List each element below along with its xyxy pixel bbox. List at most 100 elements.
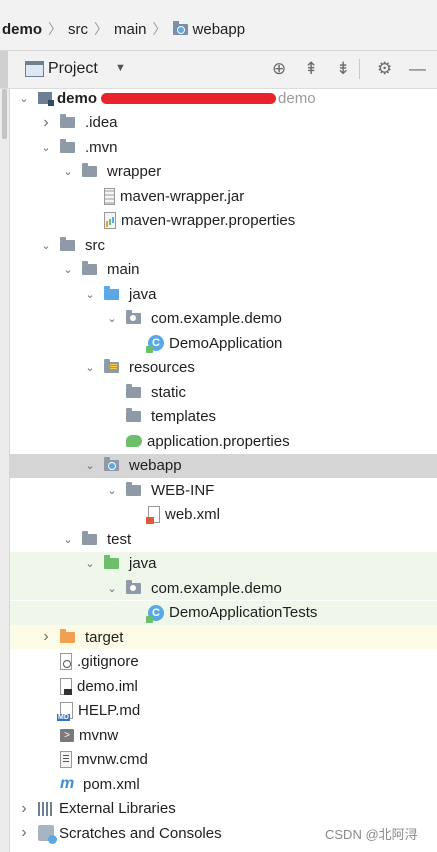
tree-row[interactable]: maven-wrapper.properties — [10, 209, 437, 233]
gear-icon[interactable]: ⚙ — [377, 59, 392, 79]
tree-node[interactable]: m pom.xml — [60, 775, 140, 793]
chevron-right-icon[interactable]: › — [18, 824, 30, 842]
folder-icon — [60, 138, 75, 153]
tree-row[interactable]: ⌄ java — [10, 282, 437, 306]
project-tool-window-tab[interactable] — [0, 51, 8, 88]
tree-node[interactable]: static — [126, 383, 186, 401]
chevron-down-icon[interactable]: ⌄ — [18, 92, 30, 105]
tree-row[interactable]: maven-wrapper.jar — [10, 184, 437, 208]
tree-node[interactable]: External Libraries — [38, 800, 176, 817]
tree-row[interactable]: › External Libraries — [10, 797, 437, 821]
tree-node[interactable]: com.example.demo — [126, 579, 282, 597]
tree-node[interactable]: src — [60, 236, 105, 254]
tree-row[interactable]: ⌄ webapp — [10, 453, 437, 478]
tree-row[interactable]: HELP.md — [10, 699, 437, 723]
tree-node[interactable]: demo.iml — [60, 677, 138, 695]
tree-row[interactable]: ⌄ demo demo — [10, 86, 437, 110]
chevron-down-icon[interactable]: ⌄ — [84, 557, 96, 570]
chevron-right-icon[interactable]: › — [18, 800, 30, 818]
tree-node-label: maven-wrapper.properties — [121, 212, 296, 229]
tree-row[interactable]: ⌄ main — [10, 258, 437, 282]
chevron-down-icon[interactable]: ⌄ — [62, 533, 74, 546]
tree-row[interactable]: ⌄ src — [10, 233, 437, 257]
tree-row[interactable]: > mvnw — [10, 723, 437, 747]
tree-node[interactable]: java — [104, 555, 157, 572]
tree-row[interactable]: web.xml — [10, 503, 437, 527]
tree-node[interactable]: maven-wrapper.jar — [104, 187, 244, 205]
expand-all-icon[interactable]: ⇟ — [336, 59, 350, 79]
tree-node[interactable]: test — [82, 530, 131, 548]
tree-row[interactable]: ⌄ WEB-INF — [10, 478, 437, 502]
chevron-down-icon[interactable]: ⌄ — [106, 582, 118, 595]
tree-row[interactable]: application.properties — [10, 429, 437, 453]
tree-node[interactable]: HELP.md — [57, 702, 140, 721]
tree-node[interactable]: webapp — [104, 457, 182, 474]
tree-node[interactable]: web.xml — [146, 506, 220, 524]
tree-node[interactable]: com.example.demo — [126, 310, 282, 327]
tree-row[interactable]: mvnw.cmd — [10, 748, 437, 772]
tree-row[interactable]: ⌄ .mvn — [10, 135, 437, 159]
tree-row[interactable]: ⌄ java — [10, 551, 437, 576]
tree-node[interactable]: main — [82, 261, 140, 278]
tree-row[interactable]: › target — [10, 625, 437, 649]
chevron-down-icon[interactable]: ⌄ — [62, 263, 74, 276]
chevron-down-icon[interactable]: ⌄ — [84, 361, 96, 374]
tree-row[interactable]: static — [10, 380, 437, 404]
tree-node[interactable]: mvnw.cmd — [60, 751, 148, 768]
chevron-down-icon[interactable]: ⌄ — [84, 459, 96, 472]
tree-row[interactable]: templates — [10, 405, 437, 429]
tree-node[interactable]: .gitignore — [60, 653, 139, 670]
locate-icon[interactable]: ⊕ — [272, 59, 286, 79]
tree-node[interactable]: resources — [104, 359, 195, 376]
collapse-all-icon[interactable]: ⇞ — [304, 59, 318, 79]
hide-icon[interactable]: — — [409, 59, 426, 79]
tree-node[interactable]: maven-wrapper.properties — [104, 212, 295, 229]
tree-row[interactable]: › .idea — [10, 111, 437, 135]
chevron-down-icon[interactable]: ⌄ — [106, 484, 118, 497]
chevron-down-icon[interactable]: ⌄ — [106, 312, 118, 325]
tree-node[interactable]: demo demo — [38, 90, 316, 107]
tree-row[interactable]: ⌄ com.example.demo — [10, 307, 437, 331]
chevron-down-icon[interactable]: ▼ — [115, 62, 126, 74]
breadcrumb-item-webapp[interactable]: webapp — [172, 20, 245, 38]
tree-node[interactable]: application.properties — [126, 433, 290, 450]
tree-node[interactable]: wrapper — [82, 163, 161, 180]
tree-row[interactable]: ⌄ test — [10, 527, 437, 551]
tree-node[interactable]: WEB-INF — [126, 481, 214, 499]
tree-node[interactable]: java — [104, 285, 157, 303]
tree-row[interactable]: .gitignore — [10, 650, 437, 674]
chevron-down-icon[interactable]: ⌄ — [84, 288, 96, 301]
chevron-down-icon[interactable]: ⌄ — [40, 141, 52, 154]
tree-node[interactable]: C DemoApplication — [146, 335, 282, 353]
tree-node-label: src — [85, 236, 105, 254]
tree-node-label: webapp — [129, 457, 182, 474]
breadcrumb-separator: 〉 — [152, 21, 167, 37]
chevron-down-icon[interactable]: ⌄ — [40, 239, 52, 252]
tree-row[interactable]: C DemoApplication — [10, 331, 437, 355]
breadcrumb-item-src[interactable]: src — [68, 21, 88, 38]
tree-node-label: com.example.demo — [151, 310, 282, 327]
tree-node[interactable]: C DemoApplicationTests — [146, 604, 317, 623]
tree-row[interactable]: C DemoApplicationTests — [10, 600, 437, 625]
chevron-right-icon[interactable]: › — [40, 628, 52, 646]
tree-row[interactable]: ⌄ resources — [10, 356, 437, 380]
tree-node[interactable]: target — [60, 628, 123, 646]
breadcrumb-item-demo[interactable]: demo — [0, 21, 42, 38]
scrollbar-thumb[interactable] — [2, 89, 7, 139]
project-view-selector[interactable]: Project — [48, 60, 98, 78]
tree-row[interactable]: m pom.xml — [10, 772, 437, 796]
tree-row[interactable]: ⌄ com.example.demo — [10, 576, 437, 600]
tree-node[interactable]: .mvn — [60, 138, 118, 156]
folder-icon — [82, 261, 97, 275]
tree-row[interactable]: demo.iml — [10, 674, 437, 698]
menu-bar — [0, 0, 437, 8]
tree-node[interactable]: .idea — [60, 114, 118, 131]
tree-node[interactable]: > mvnw — [60, 727, 118, 744]
chevron-right-icon[interactable]: › — [40, 114, 52, 132]
breadcrumb-item-main[interactable]: main — [114, 21, 147, 38]
chevron-down-icon[interactable]: ⌄ — [62, 165, 74, 178]
tree-node[interactable]: templates — [126, 408, 216, 425]
tree-node[interactable]: Scratches and Consoles — [38, 825, 222, 844]
tree-row[interactable]: ⌄ wrapper — [10, 160, 437, 184]
resources-folder-icon — [104, 359, 119, 373]
